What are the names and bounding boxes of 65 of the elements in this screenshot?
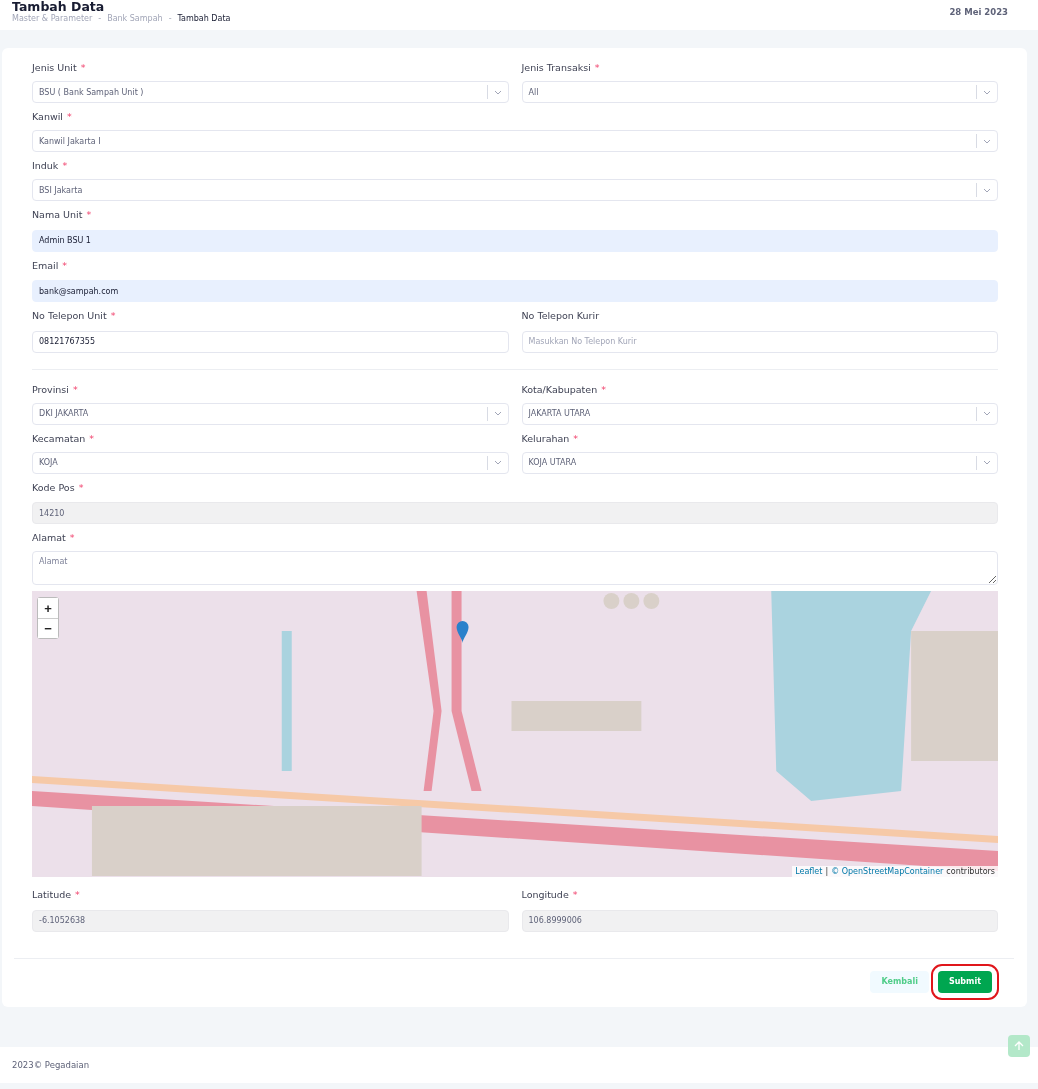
chevron-down-icon: [983, 411, 991, 416]
field-label: Alamat: [32, 532, 66, 543]
required-mark: *: [69, 532, 75, 543]
input-field[interactable]: Masukkan No Telepon Kurir: [521, 330, 998, 353]
field-label: No Telepon Kurir: [521, 310, 600, 321]
field-label: Jenis Unit: [32, 62, 77, 73]
scroll-top-button[interactable]: [1008, 1034, 1030, 1057]
attribution-link[interactable]: © OpenStreetMapContainer: [831, 867, 944, 876]
field-label: Kecamatan: [32, 432, 86, 444]
required-mark: *: [62, 259, 68, 271]
required-mark: *: [573, 432, 579, 444]
breadcrumb-item: Tambah Data: [177, 14, 231, 23]
field-label: Email: [32, 259, 59, 271]
chevron-down-icon: [983, 89, 991, 95]
chevron-down-icon: [493, 411, 502, 416]
field-label: Kanwil: [32, 111, 63, 122]
required-mark: *: [572, 889, 578, 900]
required-mark: *: [110, 310, 116, 321]
chevron-down-icon: [983, 460, 991, 465]
required-mark: *: [66, 111, 72, 122]
select-field[interactable]: Kanwil Jakarta I: [32, 130, 998, 152]
breadcrumb-separator: -: [168, 14, 172, 23]
field-label: Nama Unit: [32, 209, 83, 220]
select-field[interactable]: DKI JAKARTA: [32, 402, 509, 425]
footer-text: 2023© Pegadaian: [12, 1059, 90, 1070]
textarea-field[interactable]: Alamat: [32, 551, 998, 585]
page-title: Tambah Data: [12, 0, 106, 14]
required-mark: *: [594, 62, 600, 73]
field-label: Kelurahan: [521, 432, 570, 444]
attribution-link[interactable]: Leaflet: [795, 867, 823, 876]
breadcrumb-separator: -: [98, 14, 102, 23]
field-label: Provinsi: [32, 383, 69, 395]
required-mark: *: [89, 432, 95, 444]
separator-text: |: [825, 867, 829, 876]
field-label: Induk: [32, 160, 59, 171]
select-field[interactable]: BSI Jakarta: [32, 179, 998, 201]
field-label: Kota/Kabupaten: [521, 383, 598, 395]
required-mark: *: [80, 62, 86, 73]
field-label: No Telepon Unit: [32, 310, 107, 321]
required-mark: *: [86, 209, 92, 220]
field-label: Longitude: [521, 889, 569, 900]
attribution-text: contributors: [946, 867, 995, 876]
select-field[interactable]: KOJA: [32, 451, 509, 474]
input-field[interactable]: Admin BSU 1: [32, 229, 998, 252]
arrow-up-icon: [1014, 1040, 1024, 1051]
required-mark: *: [78, 481, 84, 493]
field-label: Kode Pos: [32, 481, 75, 493]
select-field[interactable]: All: [521, 81, 998, 103]
input-field[interactable]: 08121767355: [32, 330, 509, 353]
zoom-out-button[interactable]: −: [38, 618, 58, 638]
select-field[interactable]: KOJA UTARA: [521, 451, 998, 474]
required-mark: *: [75, 889, 80, 900]
select-field[interactable]: BSU ( Bank Sampah Unit ): [32, 81, 509, 103]
chevron-down-icon: [983, 138, 991, 144]
required-mark: *: [601, 383, 606, 395]
date-text: 28 Mei 2023: [949, 6, 1008, 19]
required-mark: *: [62, 160, 68, 171]
chevron-down-icon: [493, 460, 502, 465]
field-label: Jenis Transaksi: [521, 62, 591, 73]
chevron-down-icon: [493, 89, 502, 95]
input-field[interactable]: bank@sampah.com: [32, 280, 998, 302]
select-field[interactable]: JAKARTA UTARA: [521, 402, 998, 425]
field-label: Latitude: [32, 889, 72, 900]
chevron-down-icon: [983, 187, 991, 193]
required-mark: *: [72, 383, 78, 395]
